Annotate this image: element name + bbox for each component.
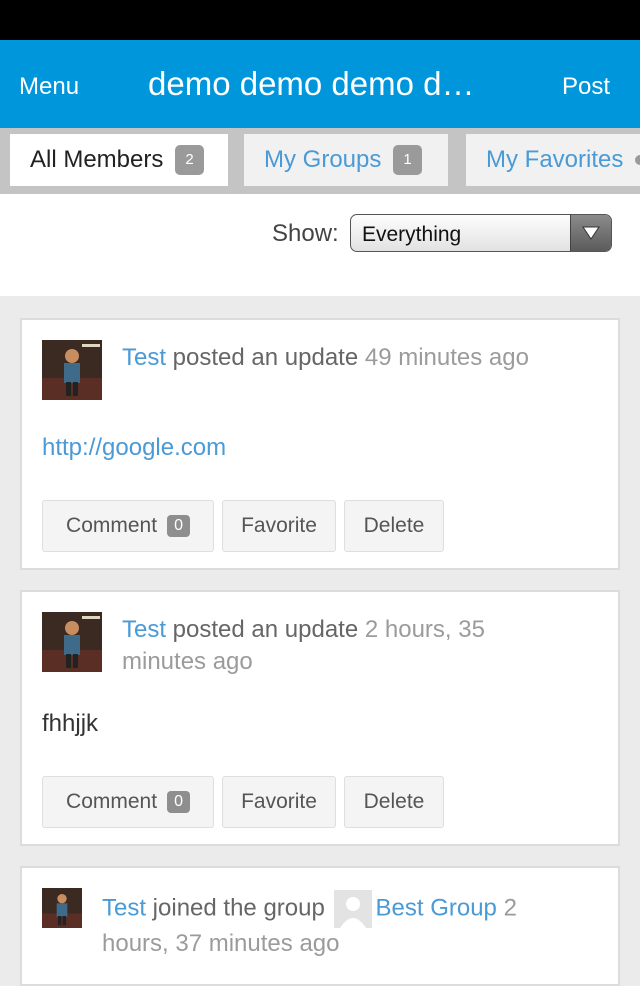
timestamp[interactable]: 49 minutes ago — [365, 344, 529, 371]
activity-content-link[interactable]: http://google.com — [42, 434, 226, 462]
tab-label: All Members — [30, 146, 164, 173]
group-avatar[interactable] — [333, 890, 372, 928]
activity-header: Test posted an update 49 minutes ago — [122, 342, 592, 374]
count-badge — [635, 155, 640, 165]
comment-button[interactable]: Comment 0 — [42, 776, 214, 828]
show-label: Show: — [272, 220, 339, 247]
group-link[interactable]: Best Group — [376, 894, 497, 921]
user-link[interactable]: Test — [122, 344, 166, 371]
select-value: Everything — [362, 223, 462, 246]
favorite-button[interactable]: Favorite — [222, 776, 336, 828]
show-filter-select[interactable]: Everything — [350, 214, 612, 252]
activity-header: Test joined the group Best Group 2 hours… — [102, 890, 582, 960]
avatar[interactable] — [42, 888, 82, 928]
navigation-bar: Menu demo demo demo d… Post — [0, 40, 640, 128]
activity-item: Test joined the group Best Group 2 hours… — [20, 866, 620, 986]
count-badge: 1 — [393, 145, 422, 175]
comment-label: Comment — [66, 790, 158, 813]
count-badge: 2 — [175, 145, 204, 175]
action-text: posted an update — [166, 616, 365, 643]
tab-label: My Groups — [264, 146, 382, 173]
status-bar — [0, 0, 640, 40]
activity-item: Test posted an update 2 hours, 35 minute… — [20, 590, 620, 846]
comment-count-badge: 0 — [167, 515, 190, 537]
comment-count-badge: 0 — [167, 791, 190, 813]
filter-bar: Show: Everything — [0, 194, 640, 296]
page-title: demo demo demo d… — [148, 65, 475, 102]
avatar[interactable] — [42, 612, 102, 672]
comment-button[interactable]: Comment 0 — [42, 500, 214, 552]
post-button[interactable]: Post — [562, 73, 610, 101]
activity-item: Test posted an update 49 minutes ago htt… — [20, 318, 620, 570]
activity-tabs: All Members 2 My Groups 1 My Favorites — [0, 128, 640, 194]
chevron-down-icon — [570, 215, 611, 251]
tab-my-groups[interactable]: My Groups 1 — [244, 134, 448, 186]
avatar[interactable] — [42, 340, 102, 400]
user-link[interactable]: Test — [122, 616, 166, 643]
menu-button[interactable]: Menu — [19, 73, 79, 101]
tab-label: My Favorites — [486, 146, 624, 173]
action-text: joined the group — [146, 894, 332, 922]
tab-my-favorites[interactable]: My Favorites — [466, 134, 640, 186]
action-text: posted an update — [166, 344, 365, 371]
activity-content: fhhjjk — [42, 710, 99, 737]
delete-button[interactable]: Delete — [344, 776, 444, 828]
comment-label: Comment — [66, 514, 158, 537]
favorite-button[interactable]: Favorite — [222, 500, 336, 552]
delete-button[interactable]: Delete — [344, 500, 444, 552]
tab-all-members[interactable]: All Members 2 — [10, 134, 228, 186]
activity-header: Test posted an update 2 hours, 35 minute… — [122, 614, 562, 678]
user-link[interactable]: Test — [102, 894, 146, 921]
